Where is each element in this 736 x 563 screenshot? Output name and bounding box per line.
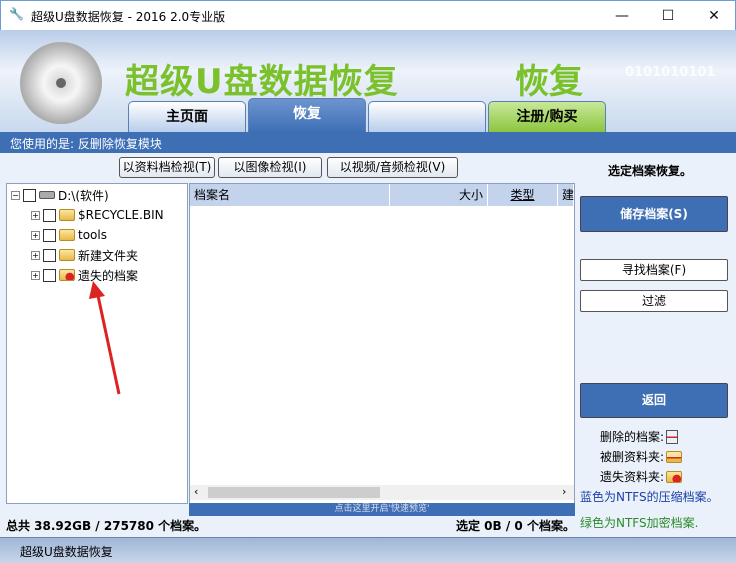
hard-disk-logo-icon	[20, 42, 102, 124]
tree-item-label: tools	[78, 228, 107, 242]
tree-root[interactable]: − D:\(软件)	[11, 186, 109, 204]
tree-item-label: $RECYCLE.BIN	[78, 208, 164, 222]
horizontal-scrollbar[interactable]: ‹ ›	[190, 485, 574, 500]
tree-item-label: 新建文件夹	[78, 248, 139, 263]
folder-tree[interactable]: − D:\(软件) + $RECYCLE.BIN + tools + 新建文件夹 + 遗失…	[6, 183, 188, 504]
legend-deleted-file: 删除的档案:	[600, 428, 679, 445]
legend-deleted-folder: 被删资料夹:	[600, 448, 683, 465]
expand-icon[interactable]: +	[31, 230, 40, 240]
tab-blank[interactable]	[368, 101, 486, 132]
folder-icon	[59, 249, 75, 261]
checkbox[interactable]	[43, 228, 56, 242]
total-status: 总共 38.92GB / 275780 个档案。	[6, 519, 207, 533]
checkbox[interactable]	[43, 248, 56, 262]
red-arrow-annotation	[89, 281, 121, 395]
app-icon: 🔧	[9, 7, 24, 21]
tab-home[interactable]: 主页面	[128, 101, 246, 132]
ntfs-encrypted-note: 绿色为NTFS加密档案.	[580, 516, 699, 530]
selected-status: 选定 0B / 0 个档案。	[456, 519, 575, 533]
legend-label: 遗失资料夹:	[600, 470, 665, 484]
tab-recover[interactable]: 恢复	[248, 98, 366, 132]
expand-icon[interactable]: +	[31, 210, 40, 220]
column-header-created[interactable]: 建	[558, 184, 574, 206]
column-header-type[interactable]: 类型	[488, 184, 558, 206]
title-bar: 🔧 超级U盘数据恢复 - 2016 2.0专业版 — ☐ ✕	[0, 0, 736, 30]
scroll-left-icon[interactable]: ‹	[194, 485, 198, 498]
view-document-button[interactable]: 以资料档检视(T)	[119, 157, 215, 178]
column-header-name[interactable]: 档案名	[190, 184, 390, 206]
legend-label: 被删资料夹:	[600, 450, 665, 464]
folder-icon	[59, 209, 75, 221]
banner: 超级U盘数据恢复 恢复 0101010101 主页面 恢复 注册/购买	[0, 30, 736, 132]
expand-icon[interactable]: +	[31, 250, 40, 260]
legend-lost-folder: 遗失资料夹:	[600, 468, 683, 485]
lost-folder-icon	[59, 269, 75, 281]
tree-item[interactable]: + tools	[31, 226, 107, 244]
collapse-icon[interactable]: −	[11, 190, 20, 200]
filter-button[interactable]: 过滤	[580, 290, 728, 312]
deleted-folder-icon	[666, 450, 683, 463]
banner-logo-tail: 恢复	[515, 62, 583, 102]
tree-item[interactable]: + 新建文件夹	[31, 246, 138, 264]
file-list[interactable]: 档案名 大小 类型 建	[189, 183, 575, 504]
close-button[interactable]: ✕	[691, 1, 736, 31]
banner-binary: 0101010101	[625, 65, 716, 80]
module-strip: 您使用的是: 反删除恢复模块	[0, 132, 736, 153]
tab-register[interactable]: 注册/购买	[488, 101, 606, 132]
expand-icon[interactable]: +	[31, 270, 40, 280]
window-title: 超级U盘数据恢复 - 2016 2.0专业版	[31, 10, 226, 24]
checkbox[interactable]	[23, 188, 36, 202]
deleted-file-icon	[666, 429, 679, 444]
tree-item[interactable]: + $RECYCLE.BIN	[31, 206, 164, 224]
checkbox[interactable]	[43, 268, 56, 282]
back-button[interactable]: 返回	[580, 383, 728, 418]
maximize-button[interactable]: ☐	[645, 1, 691, 31]
view-image-button[interactable]: 以图像检视(I)	[218, 157, 322, 178]
right-heading: 选定档案恢复。	[608, 164, 693, 178]
lost-folder-icon	[666, 470, 683, 483]
scroll-thumb[interactable]	[208, 487, 380, 498]
ntfs-compressed-note: 蓝色为NTFS的压缩档案。	[580, 490, 719, 504]
view-video-audio-button[interactable]: 以视频/音频检视(V)	[327, 157, 458, 178]
quick-preview-bar[interactable]: 点击这里开启'快速预览'	[189, 503, 575, 516]
status-bar: 超级U盘数据恢复	[0, 537, 736, 563]
minimize-button[interactable]: —	[599, 1, 645, 31]
tree-root-label: D:\(软件)	[58, 188, 109, 203]
legend-label: 删除的档案:	[600, 430, 665, 444]
checkbox[interactable]	[43, 208, 56, 222]
banner-logo: 超级U盘数据恢复	[125, 62, 399, 102]
find-files-button[interactable]: 寻找档案(F)	[580, 259, 728, 281]
folder-icon	[59, 229, 75, 241]
save-files-button[interactable]: 储存档案(S)	[580, 196, 728, 232]
column-header-size[interactable]: 大小	[390, 184, 488, 206]
scroll-right-icon[interactable]: ›	[562, 485, 566, 498]
drive-icon	[39, 191, 55, 199]
